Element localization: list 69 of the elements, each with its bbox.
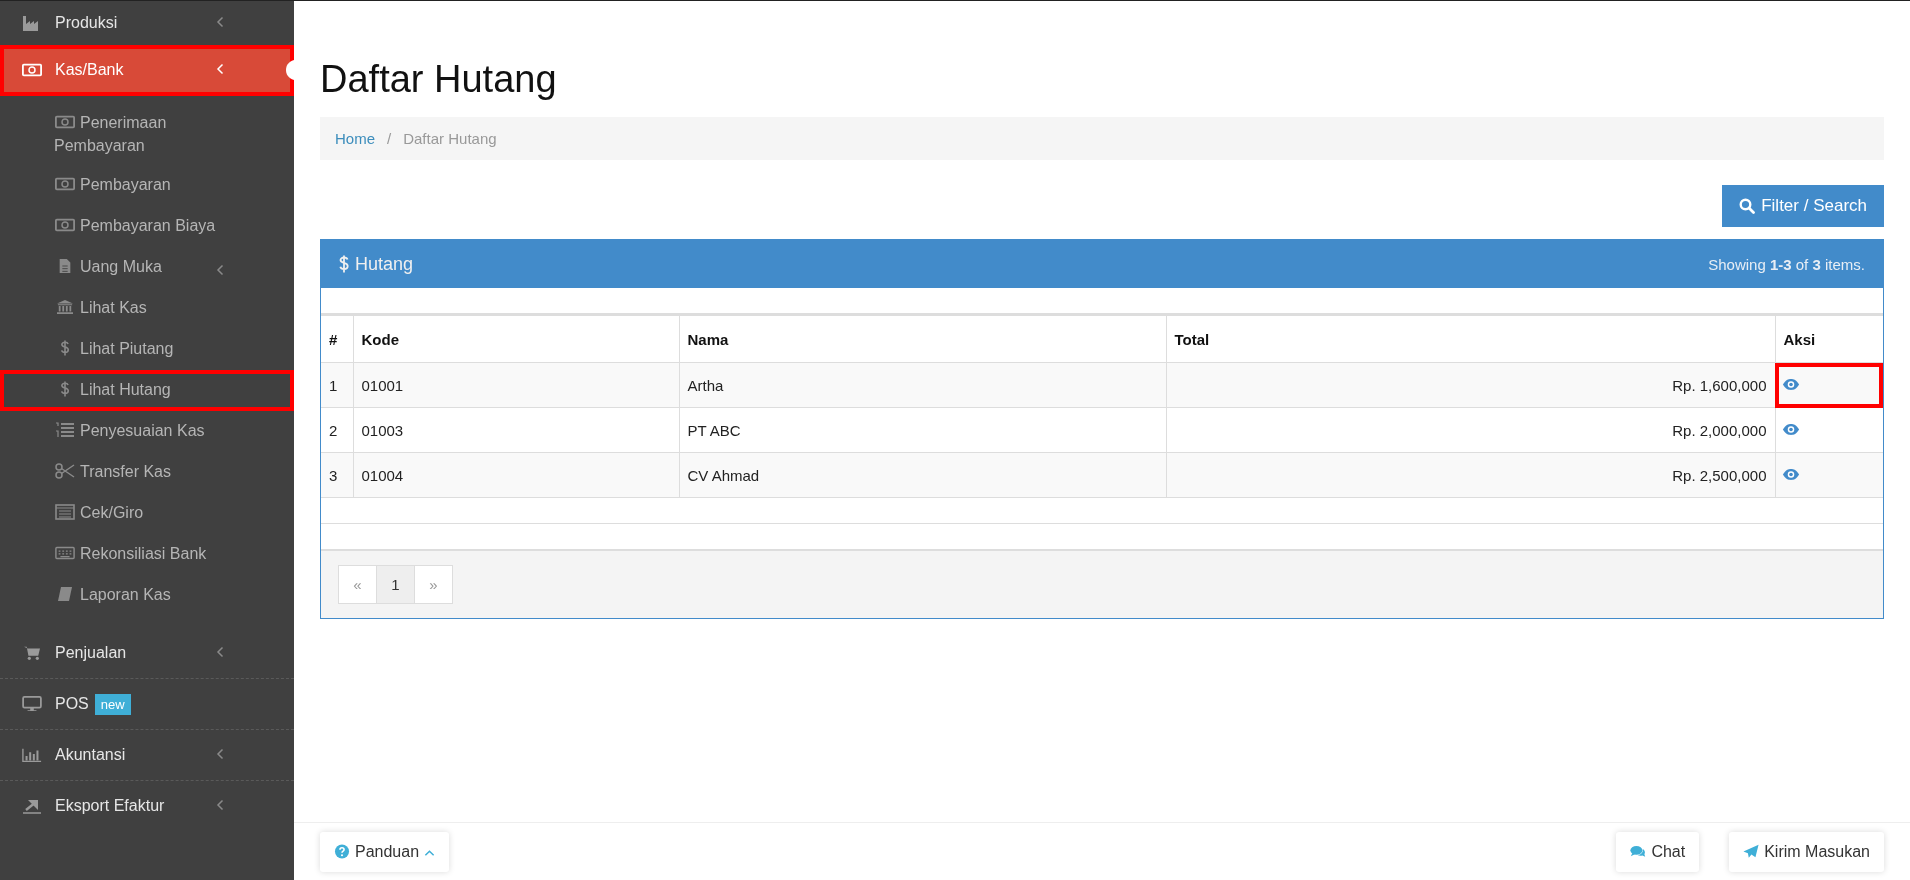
page-link[interactable]: 1 bbox=[376, 565, 415, 604]
breadcrumb-link[interactable]: Home bbox=[335, 130, 375, 147]
footer-button[interactable]: Chat bbox=[1616, 831, 1700, 872]
monitor-icon bbox=[22, 696, 42, 712]
banknote-icon bbox=[55, 217, 75, 233]
banknote-icon bbox=[55, 114, 75, 130]
table-cell: CV Ahmad bbox=[679, 452, 1166, 498]
submenu-item[interactable]: Penyesuaian Kas bbox=[0, 411, 294, 452]
bank-icon bbox=[55, 299, 75, 315]
submenu-item[interactable]: Laporan Kas bbox=[0, 575, 294, 616]
banknote-icon bbox=[55, 176, 75, 192]
new-badge: new bbox=[94, 693, 131, 715]
submenu-item[interactable]: Lihat Piutang bbox=[0, 329, 294, 370]
dollar-icon bbox=[60, 340, 70, 356]
submenu-item[interactable]: Pembayaran Biaya bbox=[0, 206, 294, 247]
table-cell: 01001 bbox=[353, 362, 679, 408]
book-icon bbox=[55, 586, 75, 602]
table-cell: Rp. 2,500,000 bbox=[1166, 452, 1775, 498]
scissors-icon bbox=[55, 463, 75, 479]
view-icon bbox=[1781, 377, 1800, 391]
table-cell: Artha bbox=[679, 362, 1166, 408]
footer-button[interactable]: Kirim Masukan bbox=[1729, 831, 1884, 872]
page-title: Daftar Hutang bbox=[320, 57, 558, 101]
column-header: Aksi bbox=[1775, 315, 1883, 363]
sidebar-item[interactable]: Produksi bbox=[0, 1, 294, 45]
table-cell: 3 bbox=[321, 452, 353, 498]
banknote-icon bbox=[22, 62, 42, 78]
paper-plane-icon bbox=[1743, 844, 1760, 859]
dollar-icon bbox=[339, 255, 349, 273]
chat-icon bbox=[1630, 844, 1647, 859]
submenu-item[interactable]: Cek/Giro bbox=[0, 493, 294, 534]
submenu-item[interactable]: Penerimaan Pembayaran bbox=[0, 103, 294, 165]
submenu-item[interactable]: Pembayaran bbox=[0, 165, 294, 206]
column-header: # bbox=[321, 315, 353, 363]
dollar-icon bbox=[60, 381, 70, 397]
summary-text: Showing 1-3 of 3 items. bbox=[1708, 255, 1865, 273]
table-cell: 01003 bbox=[353, 407, 679, 453]
column-header: Total bbox=[1166, 315, 1775, 363]
sidebar-item[interactable]: POS new bbox=[0, 679, 294, 730]
submenu-item[interactable]: Lihat Hutang bbox=[0, 370, 294, 411]
view-icon bbox=[1781, 467, 1800, 481]
help-icon bbox=[334, 844, 350, 859]
table-cell: 2 bbox=[321, 407, 353, 453]
breadcrumb-current: Daftar Hutang bbox=[403, 130, 497, 147]
bar-chart-icon bbox=[22, 747, 42, 763]
table-icon bbox=[55, 504, 75, 520]
submenu-item[interactable]: Lihat Kas bbox=[0, 288, 294, 329]
submenu-item[interactable]: Uang Muka bbox=[0, 247, 294, 288]
keyboard-icon bbox=[55, 545, 75, 561]
submenu-item[interactable]: Rekonsiliasi Bank bbox=[0, 534, 294, 575]
table-cell: Rp. 2,000,000 bbox=[1166, 407, 1775, 453]
footer-button[interactable]: Panduan bbox=[320, 831, 450, 872]
cart-icon bbox=[22, 645, 42, 661]
sidebar-item[interactable]: Kas/Bank bbox=[0, 45, 294, 96]
filter-search-button[interactable]: Filter / Search bbox=[1722, 185, 1884, 227]
submenu-item[interactable]: Transfer Kas bbox=[0, 452, 294, 493]
panel-title: Hutang bbox=[355, 253, 414, 275]
export-icon bbox=[22, 798, 42, 814]
chevron-up-icon bbox=[424, 848, 436, 857]
column-header: Nama bbox=[679, 315, 1166, 363]
view-icon bbox=[1781, 422, 1800, 436]
column-header: Kode bbox=[353, 315, 679, 363]
table-cell: 1 bbox=[321, 362, 353, 408]
breadcrumb-separator: / bbox=[386, 130, 393, 147]
table-cell: 01004 bbox=[353, 452, 679, 498]
table-cell: PT ABC bbox=[679, 407, 1166, 453]
search-icon bbox=[1739, 198, 1756, 214]
list-icon bbox=[55, 422, 75, 438]
sidebar-item[interactable]: Eksport Efaktur bbox=[0, 781, 294, 832]
